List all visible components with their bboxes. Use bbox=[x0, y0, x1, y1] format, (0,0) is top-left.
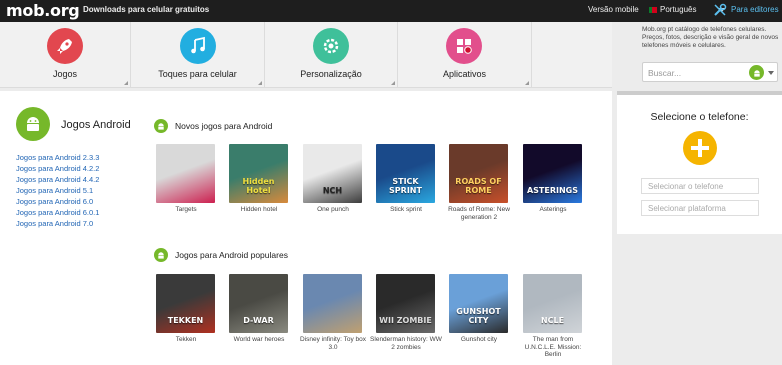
game-thumbnail-title: NCH bbox=[322, 186, 343, 195]
editors-link[interactable]: Para editores bbox=[731, 5, 779, 14]
android-icon bbox=[16, 107, 50, 141]
new-games-heading: Novos jogos para Android bbox=[175, 121, 273, 131]
category-label: Toques para celular bbox=[158, 69, 237, 79]
game-title-link[interactable]: The man from U.N.C.L.E. Mission: Berlin bbox=[517, 336, 589, 359]
category-toques[interactable]: Toques para celular bbox=[131, 22, 265, 88]
game-thumbnail[interactable]: WII ZOMBIE bbox=[376, 274, 435, 333]
search-placeholder: Buscar... bbox=[648, 68, 682, 78]
corner-marker bbox=[124, 81, 128, 85]
game-thumbnail[interactable]: GUNSHOT CITY bbox=[449, 274, 508, 333]
game-thumbnail[interactable]: STICK SPRINT bbox=[376, 144, 435, 203]
version-link[interactable]: Jogos para Android 6.0.1 bbox=[16, 207, 99, 218]
site-logo[interactable]: mob.org bbox=[6, 1, 80, 20]
language-selector[interactable]: Português bbox=[660, 5, 696, 14]
android-icon[interactable] bbox=[749, 65, 764, 80]
music-note-icon bbox=[180, 28, 216, 64]
game-thumbnail[interactable]: NCLE bbox=[523, 274, 582, 333]
corner-marker bbox=[258, 81, 262, 85]
game-title-link[interactable]: Hidden hotel bbox=[223, 206, 295, 214]
add-phone-button[interactable] bbox=[683, 131, 717, 165]
game-title-link[interactable]: One punch bbox=[297, 206, 369, 214]
version-link[interactable]: Jogos para Android 4.2.2 bbox=[16, 163, 99, 174]
game-thumbnail-title: Hidden Hotel bbox=[242, 177, 275, 195]
search-input[interactable]: Buscar... bbox=[642, 62, 778, 82]
corner-marker bbox=[525, 81, 529, 85]
game-thumbnail[interactable]: Hidden Hotel bbox=[229, 144, 288, 203]
game-title-link[interactable]: Stick sprint bbox=[370, 206, 442, 214]
game-thumbnail[interactable]: ASTERINGS bbox=[523, 144, 582, 203]
apps-grid-icon bbox=[446, 28, 482, 64]
game-thumbnail[interactable] bbox=[303, 274, 362, 333]
category-jogos[interactable]: Jogos bbox=[0, 22, 131, 88]
game-thumbnail-title: ASTERINGS bbox=[526, 186, 579, 195]
gear-icon bbox=[313, 28, 349, 64]
version-link[interactable]: Jogos para Android 5.1 bbox=[16, 185, 99, 196]
category-label: Personalização bbox=[300, 69, 362, 79]
game-thumbnail[interactable]: TEKKEN bbox=[156, 274, 215, 333]
game-thumbnail[interactable]: NCH bbox=[303, 144, 362, 203]
version-link[interactable]: Jogos para Android 7.0 bbox=[16, 218, 99, 229]
game-title-link[interactable]: Targets bbox=[150, 206, 222, 214]
tools-icon bbox=[714, 3, 727, 16]
game-thumbnail-title: TEKKEN bbox=[167, 316, 204, 325]
phone-selector-title: Selecione o telefone: bbox=[650, 111, 749, 123]
game-thumbnail-title: NCLE bbox=[540, 316, 565, 325]
category-nav: Jogos Toques para celular Personalização… bbox=[0, 22, 612, 88]
version-link[interactable]: Jogos para Android 2.3.3 bbox=[16, 152, 99, 163]
android-icon bbox=[154, 248, 168, 262]
phone-selector-panel: Selecione o telefone: Selecionar o telef… bbox=[617, 91, 782, 234]
platform-field-placeholder: Selecionar plataforma bbox=[648, 204, 726, 213]
game-title-link[interactable]: Gunshot city bbox=[443, 336, 515, 344]
main-panel: Jogos Android Jogos para Android 2.3.3 J… bbox=[0, 91, 612, 365]
site-tagline: Downloads para celular gratuitos bbox=[83, 5, 210, 14]
game-title-link[interactable]: Asterings bbox=[517, 206, 589, 214]
rocket-icon bbox=[47, 28, 83, 64]
portugal-flag-icon bbox=[649, 7, 657, 13]
phone-field[interactable]: Selecionar o telefone bbox=[641, 178, 759, 194]
game-title-link[interactable]: World war heroes bbox=[223, 336, 295, 344]
game-thumbnail-title: D-WAR bbox=[243, 316, 274, 325]
game-title-link[interactable]: Disney infinity: Toy box 3.0 bbox=[297, 336, 369, 351]
page-title: Jogos Android bbox=[61, 119, 131, 131]
android-icon bbox=[154, 119, 168, 133]
game-title-link[interactable]: Roads of Rome: New generation 2 bbox=[443, 206, 515, 221]
android-version-list: Jogos para Android 2.3.3 Jogos para Andr… bbox=[16, 152, 99, 229]
category-label: Aplicativos bbox=[442, 69, 487, 79]
version-link[interactable]: Jogos para Android 4.4.2 bbox=[16, 174, 99, 185]
game-thumbnail[interactable]: D-WAR bbox=[229, 274, 288, 333]
game-thumbnail-title: WII ZOMBIE bbox=[379, 316, 432, 325]
site-description: Mob.org pt catálogo de telefones celular… bbox=[642, 26, 779, 49]
game-thumbnail[interactable] bbox=[156, 144, 215, 203]
category-label: Jogos bbox=[52, 69, 78, 79]
game-thumbnail-title: STICK SPRINT bbox=[389, 177, 422, 195]
version-link[interactable]: Jogos para Android 6.0 bbox=[16, 196, 99, 207]
mobile-version-link[interactable]: Versão mobile bbox=[588, 5, 639, 14]
top-bar: mob.org Downloads para celular gratuitos… bbox=[0, 0, 782, 22]
platform-field[interactable]: Selecionar plataforma bbox=[641, 200, 759, 216]
corner-marker bbox=[391, 81, 395, 85]
category-personalizacao[interactable]: Personalização bbox=[265, 22, 398, 88]
popular-games-heading: Jogos para Android populares bbox=[175, 250, 288, 260]
game-title-link[interactable]: Slenderman history: WW 2 zombies bbox=[370, 336, 442, 351]
chevron-down-icon[interactable] bbox=[768, 71, 774, 75]
game-thumbnail[interactable]: ROADS OF ROME bbox=[449, 144, 508, 203]
game-thumbnail-title: GUNSHOT CITY bbox=[456, 307, 501, 325]
category-aplicativos[interactable]: Aplicativos bbox=[398, 22, 532, 88]
game-title-link[interactable]: Tekken bbox=[150, 336, 222, 344]
game-thumbnail-title: ROADS OF ROME bbox=[455, 177, 502, 195]
phone-field-placeholder: Selecionar o telefone bbox=[648, 182, 724, 191]
